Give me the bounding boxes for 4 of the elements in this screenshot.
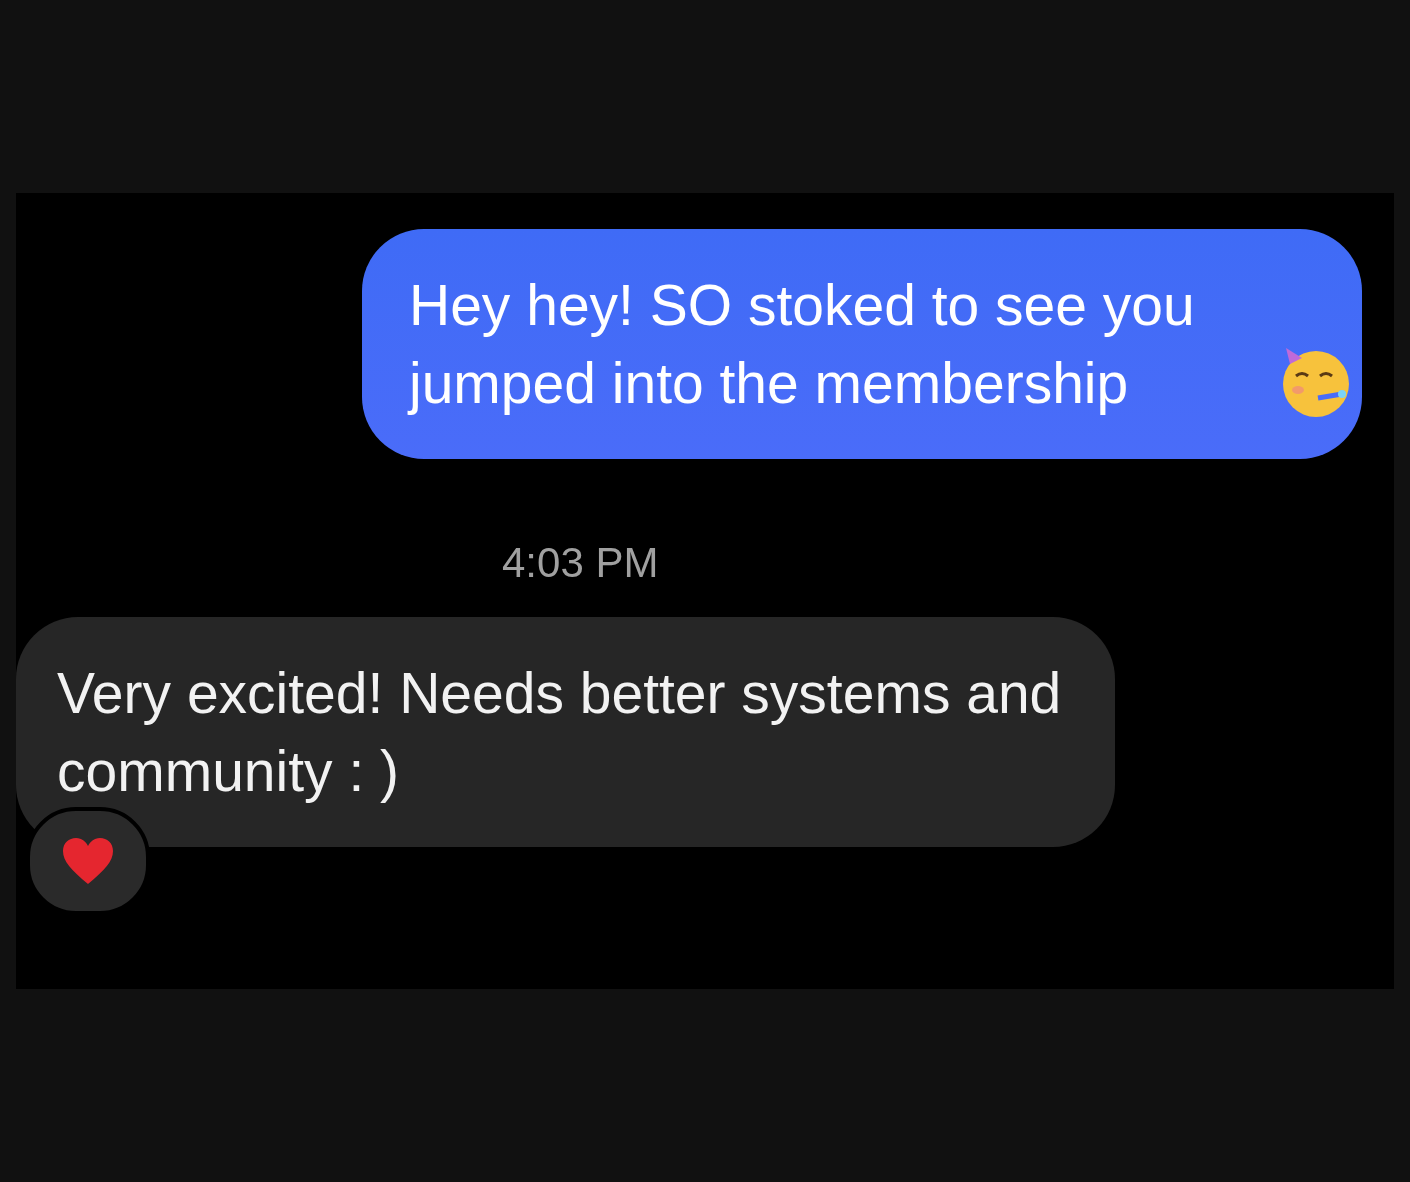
message-text: Hey hey! SO stoked to see you jumped into the membership (409, 272, 1196, 417)
message-text: Very excited! Needs better systems and community : ) (57, 660, 1063, 805)
heart-icon (61, 836, 115, 886)
timestamp: 4:03 PM (502, 539, 659, 586)
